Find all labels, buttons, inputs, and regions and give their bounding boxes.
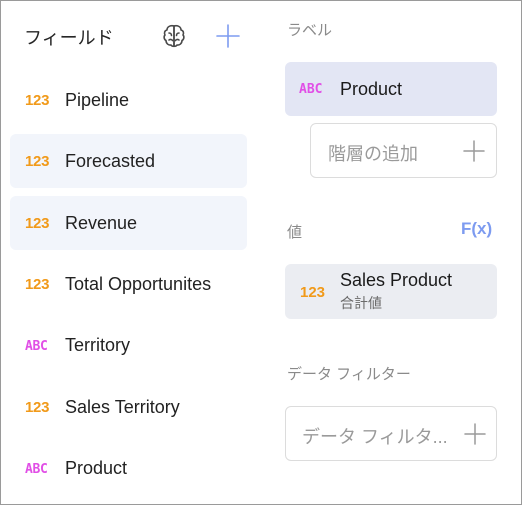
field-label: Forecasted [65,151,156,171]
text-type-icon: ABC [299,82,323,97]
field-item-territory[interactable]: ABC Territory [10,318,247,372]
field-item-forecasted[interactable]: 123 Forecasted [10,134,247,188]
label-section-title: ラベル [287,22,333,39]
label-field-name: Product [340,79,403,99]
value-aggregation: 合計値 [340,295,382,311]
numeric-type-icon: 123 [25,215,50,232]
fields-panel: フィールド 123 Pipeline 123 Forecasted 123 Re… [0,0,260,505]
fields-title: フィールド [24,28,114,48]
config-panel: ラベル ABC Product 階層の追加 値 F(x) 123 Sales P… [285,0,497,505]
field-label: Territory [65,335,131,355]
add-hierarchy-dropzone[interactable]: 階層の追加 [310,123,497,178]
numeric-type-icon: 123 [300,284,326,301]
label-field-pill[interactable]: ABC Product [285,62,497,116]
field-item-total-opportunites[interactable]: 123 Total Opportunites [10,257,247,311]
value-field-pill[interactable]: 123 Sales Product 合計値 [285,264,497,319]
data-filter-section-title: データ フィルター [287,366,411,383]
field-label: Total Opportunites [65,274,212,294]
field-item-pipeline[interactable]: 123 Pipeline [10,73,247,127]
numeric-type-icon: 123 [25,276,50,293]
field-label: Pipeline [65,90,130,110]
numeric-type-icon: 123 [25,399,50,416]
field-label: Product [65,458,128,478]
add-hierarchy-placeholder: 階層の追加 [328,144,418,164]
data-filter-placeholder: データ フィルタ... [302,427,448,447]
field-item-sales-territory[interactable]: 123 Sales Territory [10,380,247,434]
field-item-product[interactable]: ABC Product [10,441,247,495]
values-section-title: 値 [287,224,303,241]
plus-icon[interactable] [464,423,486,445]
fields-header: フィールド [24,22,246,52]
field-label: Sales Territory [65,397,180,417]
numeric-type-icon: 123 [25,153,50,170]
numeric-type-icon: 123 [25,92,50,109]
text-type-icon: ABC [25,462,48,477]
fx-button[interactable]: F(x) [461,219,492,239]
brain-icon[interactable] [160,22,188,50]
field-label: Revenue [65,213,138,233]
text-type-icon: ABC [25,339,48,354]
data-filter-dropzone[interactable]: データ フィルタ... [285,406,497,461]
add-field-plus-icon[interactable] [216,24,240,48]
field-item-revenue[interactable]: 123 Revenue [10,196,247,250]
plus-icon[interactable] [463,140,485,162]
value-field-name: Sales Product [340,270,453,290]
